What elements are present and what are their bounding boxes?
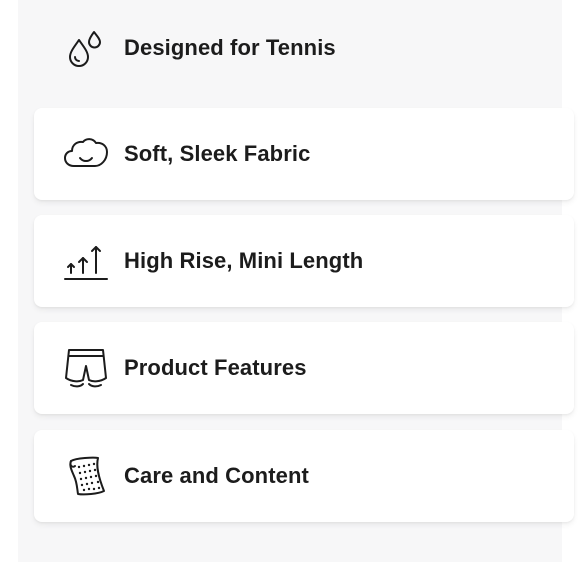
accordion-product-features[interactable]: Product Features [34, 322, 574, 414]
high-rise-mini-length-label: High Rise, Mini Length [124, 248, 364, 273]
designed-for-tennis-row: Designed for Tennis [34, 0, 562, 96]
water-drops-icon [62, 24, 110, 72]
smiling-cloud-icon [62, 130, 110, 178]
accordion-high-rise-mini-length[interactable]: High Rise, Mini Length [34, 215, 574, 307]
product-details-page: Designed for Tennis Soft, Sleek Fabric H… [0, 0, 580, 580]
soft-sleek-fabric-label: Soft, Sleek Fabric [124, 141, 311, 166]
product-features-label: Product Features [124, 355, 307, 380]
accordion-soft-sleek-fabric[interactable]: Soft, Sleek Fabric [34, 108, 574, 200]
rising-arrows-icon [62, 237, 110, 285]
shorts-icon [62, 344, 110, 392]
designed-for-tennis-label: Designed for Tennis [124, 35, 336, 60]
accordion-care-and-content[interactable]: Care and Content [34, 430, 574, 522]
care-and-content-label: Care and Content [124, 463, 309, 488]
care-tag-icon [62, 452, 110, 500]
